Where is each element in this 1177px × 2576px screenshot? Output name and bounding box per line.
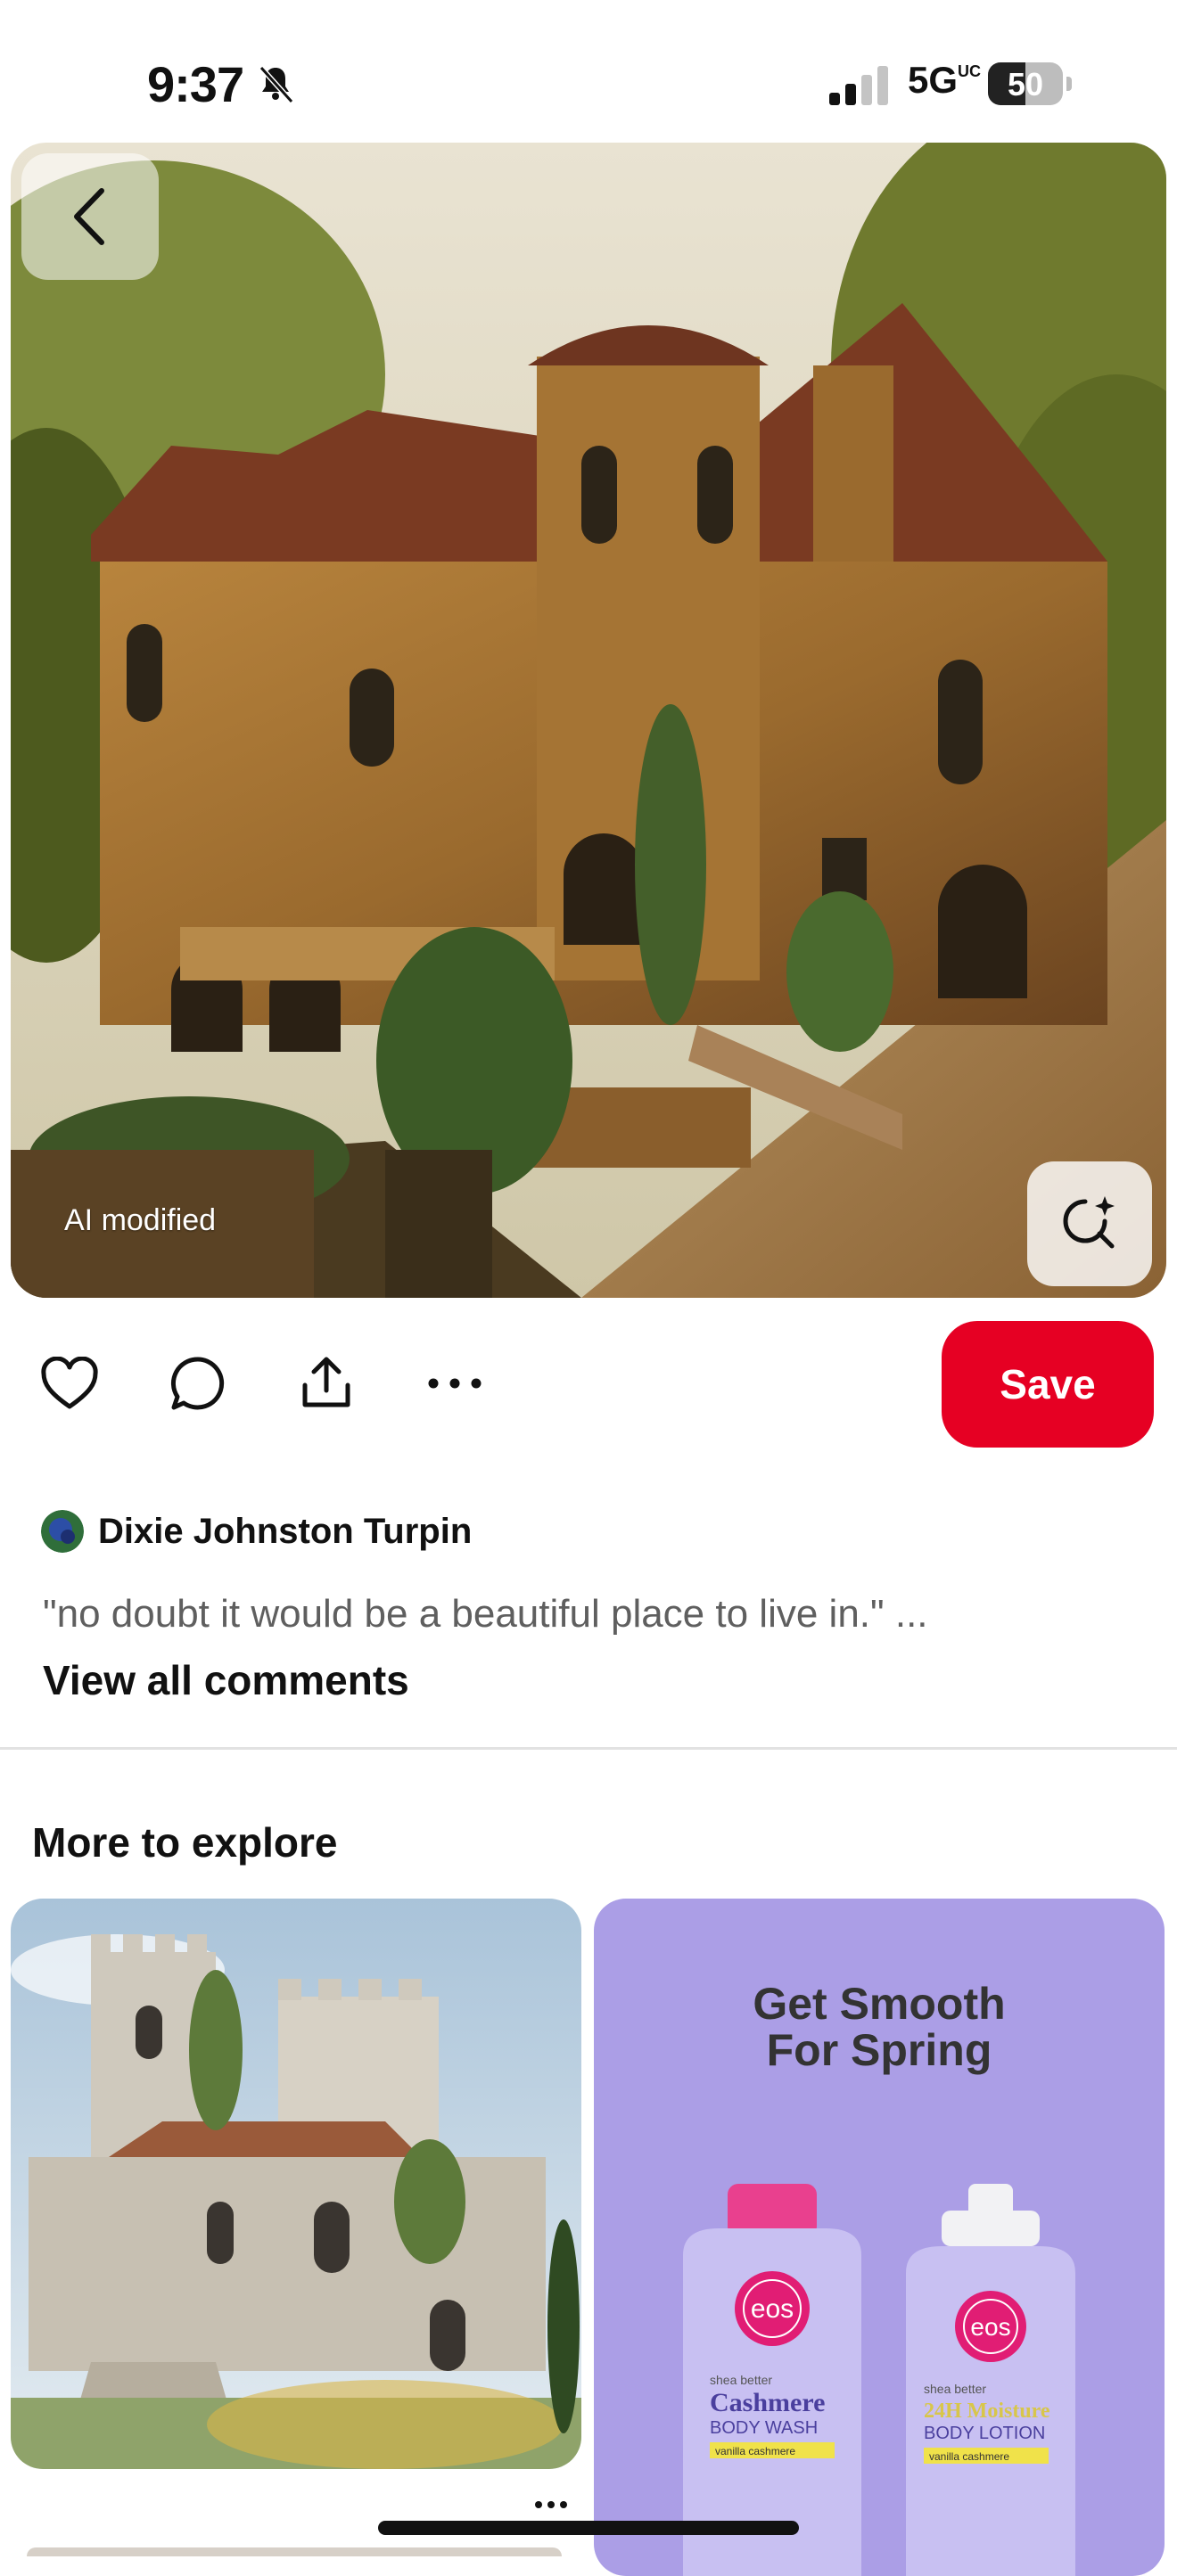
svg-text:24H Moisture: 24H Moisture [924,2400,1050,2423]
sponsored-ad-card[interactable]: Get Smooth For Spring eos shea better Ca… [594,1899,1165,2576]
visual-search-button[interactable] [1027,1161,1152,1286]
explore-section-title: More to explore [32,1819,338,1866]
card-more-icon[interactable] [531,2496,571,2514]
ad-headline: Get Smooth For Spring [753,1979,1006,2075]
view-all-comments-link[interactable]: View all comments [43,1656,409,1704]
svg-text:shea better: shea better [924,2382,986,2396]
avatar[interactable] [41,1510,84,1553]
bell-slash-icon [259,65,294,104]
status-time: 9:37 [147,56,244,112]
svg-text:vanilla cashmere: vanilla cashmere [715,2445,795,2457]
visual-search-icon [1063,1196,1115,1249]
comment-text: "no doubt it would be a beautiful place … [43,1592,928,1636]
share-button[interactable] [294,1351,358,1415]
brand-logo: eos [751,2294,794,2324]
heart-icon [41,1357,98,1409]
section-divider [0,1747,1177,1750]
share-icon [302,1357,350,1407]
battery-indicator: 50 [988,62,1072,107]
more-options-button[interactable] [423,1351,487,1415]
more-horizontal-icon [428,1378,482,1389]
ai-modified-badge: AI modified [64,1203,217,1237]
svg-text:shea better: shea better [710,2373,772,2387]
back-button[interactable] [21,153,159,280]
stone-castle-house-photo [11,143,1166,1298]
body-wash-bottle: eos shea better Cashmere BODY WASH vanil… [683,2184,861,2576]
stone-castle-photo [11,1899,581,2469]
comment-author[interactable]: Dixie Johnston Turpin [41,1506,472,1556]
svg-text:BODY WASH: BODY WASH [710,2418,818,2438]
pin-action-bar: Save [0,1310,1177,1453]
like-button[interactable] [37,1351,102,1415]
comment-button[interactable] [166,1351,230,1415]
explore-pin-card[interactable] [11,1899,581,2469]
next-card-peek [27,2547,562,2556]
cellular-signal-icon [829,66,888,105]
comment-bubble-icon [170,1357,225,1410]
svg-text:BODY LOTION: BODY LOTION [924,2424,1045,2443]
comment-author-name[interactable]: Dixie Johnston Turpin [98,1512,472,1552]
pin-image[interactable]: AI modified [11,143,1166,1298]
chevron-left-icon [74,188,104,245]
svg-text:eos: eos [970,2313,1010,2341]
network-type: 5GUC [908,59,982,101]
svg-text:Cashmere: Cashmere [710,2388,825,2417]
save-button[interactable]: Save [942,1321,1154,1448]
svg-text:vanilla cashmere: vanilla cashmere [929,2450,1009,2463]
body-lotion-bottle: eos shea better 24H Moisture BODY LOTION… [906,2184,1075,2576]
home-indicator[interactable] [378,2521,799,2535]
status-bar: 9:37 5GUC 50 [0,0,1177,143]
